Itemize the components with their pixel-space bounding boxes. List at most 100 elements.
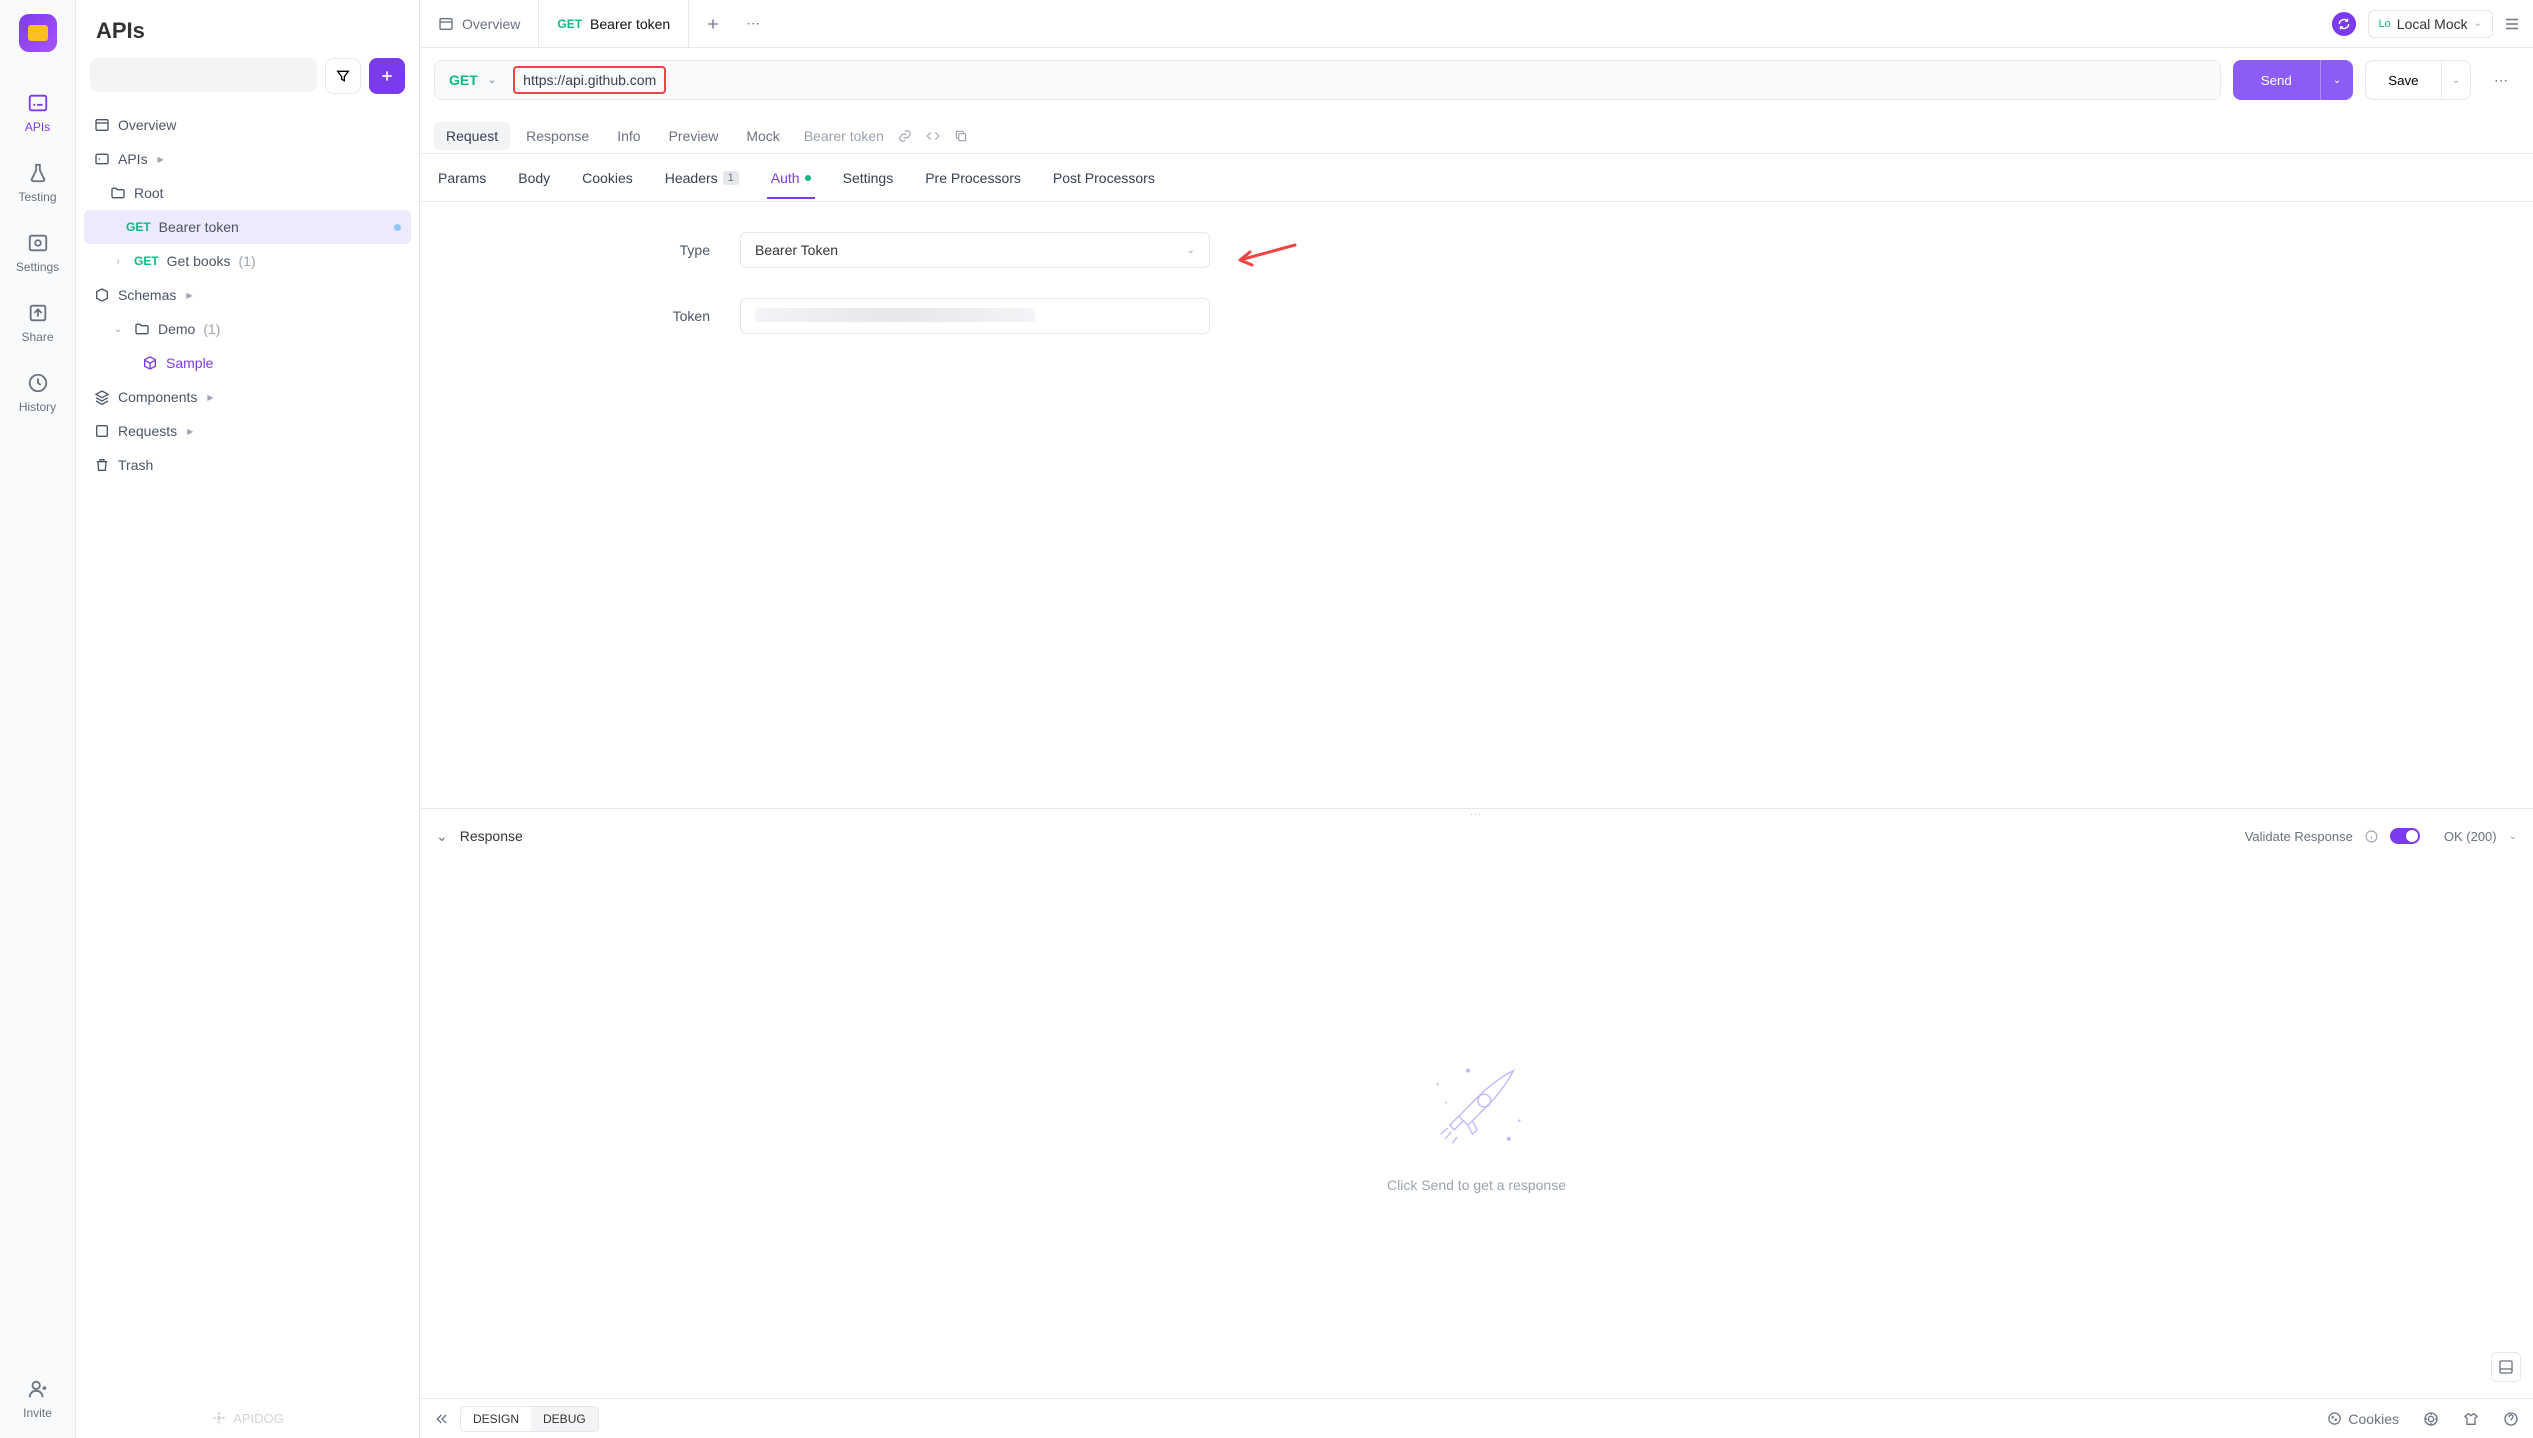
rail-testing[interactable]: Testing: [0, 152, 75, 222]
help-button[interactable]: [2503, 1411, 2519, 1427]
folder-icon: [110, 185, 126, 201]
sidebar: APIs Overview APIs ▶: [76, 0, 420, 1438]
tree-root[interactable]: Root: [84, 176, 411, 210]
chevron-down-icon: ⌄: [488, 75, 496, 86]
conf-auth[interactable]: Auth: [767, 158, 815, 198]
target-button[interactable]: [2423, 1411, 2439, 1427]
conf-params[interactable]: Params: [434, 158, 490, 198]
panel-layout-button[interactable]: [2491, 1352, 2521, 1382]
layout-icon: [2498, 1359, 2514, 1375]
rocket-icon: [1422, 1057, 1532, 1157]
add-button[interactable]: [369, 58, 405, 94]
chevron-down-icon[interactable]: ⌄: [2509, 831, 2517, 842]
copy-icon[interactable]: [954, 129, 968, 143]
box-icon: [94, 423, 110, 439]
trash-icon: [94, 457, 110, 473]
auth-type-select[interactable]: Bearer Token ⌄: [740, 232, 1210, 268]
subtab-info[interactable]: Info: [605, 122, 652, 150]
cookie-icon: [2327, 1411, 2342, 1426]
tree-get-books[interactable]: › GET Get books (1): [84, 244, 411, 278]
share-icon: [27, 302, 49, 324]
mode-toggle: DESIGN DEBUG: [460, 1406, 599, 1432]
environment-select[interactable]: Lo Local Mock ⌄: [2368, 10, 2493, 38]
conf-headers[interactable]: Headers 1: [661, 158, 743, 198]
main-area: Overview GET Bearer token ⋯ Lo Local Moc…: [420, 0, 2533, 1438]
filter-button[interactable]: [325, 58, 361, 94]
tab-overview[interactable]: Overview: [420, 0, 539, 47]
chevron-icon: ▶: [207, 393, 213, 402]
method-select[interactable]: GET ⌄: [435, 72, 511, 88]
conf-post[interactable]: Post Processors: [1049, 158, 1159, 198]
menu-button[interactable]: [2503, 15, 2521, 33]
overview-icon: [438, 16, 454, 32]
rail-share[interactable]: Share: [0, 292, 75, 362]
panel-resize-handle[interactable]: ⋯: [420, 808, 2533, 820]
shirt-button[interactable]: [2463, 1411, 2479, 1427]
collapse-sidebar-button[interactable]: [434, 1411, 450, 1427]
rail-settings[interactable]: Settings: [0, 222, 75, 292]
tree-overview[interactable]: Overview: [84, 108, 411, 142]
tree-demo[interactable]: ⌄ Demo (1): [84, 312, 411, 346]
collapse-icon: [434, 1411, 450, 1427]
response-status[interactable]: OK (200): [2444, 829, 2497, 844]
send-dropdown[interactable]: ⌄: [2320, 60, 2353, 100]
conf-pre[interactable]: Pre Processors: [921, 158, 1025, 198]
app-logo[interactable]: [19, 14, 57, 52]
search-input[interactable]: [90, 58, 317, 92]
url-bar: GET ⌄ https://api.github.com Send ⌄ Save…: [420, 48, 2533, 112]
validate-toggle[interactable]: [2390, 828, 2420, 844]
rail-history[interactable]: History: [0, 362, 75, 432]
tree-apis[interactable]: APIs ▶: [84, 142, 411, 176]
rail-apis[interactable]: APIs: [0, 82, 75, 152]
chevron-down-icon: ⌄: [2474, 18, 2482, 29]
tree-schemas[interactable]: Schemas ▶: [84, 278, 411, 312]
tab-more-button[interactable]: ⋯: [737, 8, 769, 40]
rail-invite[interactable]: Invite: [0, 1368, 75, 1438]
token-input[interactable]: [740, 298, 1210, 334]
subtab-response[interactable]: Response: [514, 122, 601, 150]
info-icon[interactable]: [2365, 830, 2378, 843]
mode-debug[interactable]: DEBUG: [531, 1407, 598, 1431]
apis-icon: [94, 151, 110, 167]
save-dropdown[interactable]: ⌄: [2441, 61, 2470, 99]
new-tab-button[interactable]: [697, 8, 729, 40]
conf-settings[interactable]: Settings: [839, 158, 898, 198]
nav-rail: APIs Testing Settings Share History Invi…: [0, 0, 76, 1438]
mode-design[interactable]: DESIGN: [461, 1407, 531, 1431]
sync-badge[interactable]: [2332, 12, 2356, 36]
api-icon: [27, 92, 49, 114]
flask-icon: [27, 162, 49, 184]
url-input[interactable]: https://api.github.com: [513, 66, 666, 94]
tree-sample[interactable]: Sample: [84, 346, 411, 380]
sidebar-footer: APIDOG: [76, 1398, 419, 1438]
dots-icon: ⋯: [2494, 72, 2508, 89]
chevron-right-icon: ›: [110, 253, 126, 269]
plus-icon: [379, 68, 395, 84]
code-icon[interactable]: [926, 129, 940, 143]
filter-icon: [335, 68, 351, 84]
link-icon[interactable]: [898, 129, 912, 143]
response-header: ⌄ Response Validate Response OK (200) ⌄: [420, 820, 2533, 853]
tree-requests[interactable]: Requests ▶: [84, 414, 411, 448]
subtab-request[interactable]: Request: [434, 122, 510, 150]
response-empty-state: Click Send to get a response: [420, 853, 2533, 1399]
response-title: Response: [460, 828, 523, 844]
send-button[interactable]: Send ⌄: [2233, 60, 2354, 100]
tree-trash[interactable]: Trash: [84, 448, 411, 482]
cookies-button[interactable]: Cookies: [2327, 1411, 2399, 1427]
chevron-down-icon[interactable]: ⌄: [436, 828, 448, 845]
subtab-mock[interactable]: Mock: [734, 122, 791, 150]
conf-body[interactable]: Body: [514, 158, 554, 198]
token-redacted: [755, 308, 1035, 322]
auth-panel: Type Bearer Token ⌄ Token: [420, 202, 2533, 808]
conf-cookies[interactable]: Cookies: [578, 158, 637, 198]
save-button[interactable]: Save ⌄: [2365, 60, 2471, 100]
subtab-preview[interactable]: Preview: [657, 122, 731, 150]
tree-components[interactable]: Components ▶: [84, 380, 411, 414]
settings-icon: [27, 232, 49, 254]
chevron-down-icon: ⌄: [110, 321, 126, 337]
tab-bearer-token[interactable]: GET Bearer token: [539, 0, 689, 47]
more-actions-button[interactable]: ⋯: [2483, 60, 2519, 100]
apidog-icon: [211, 1410, 227, 1426]
tree-bearer-token[interactable]: GET Bearer token: [84, 210, 411, 244]
